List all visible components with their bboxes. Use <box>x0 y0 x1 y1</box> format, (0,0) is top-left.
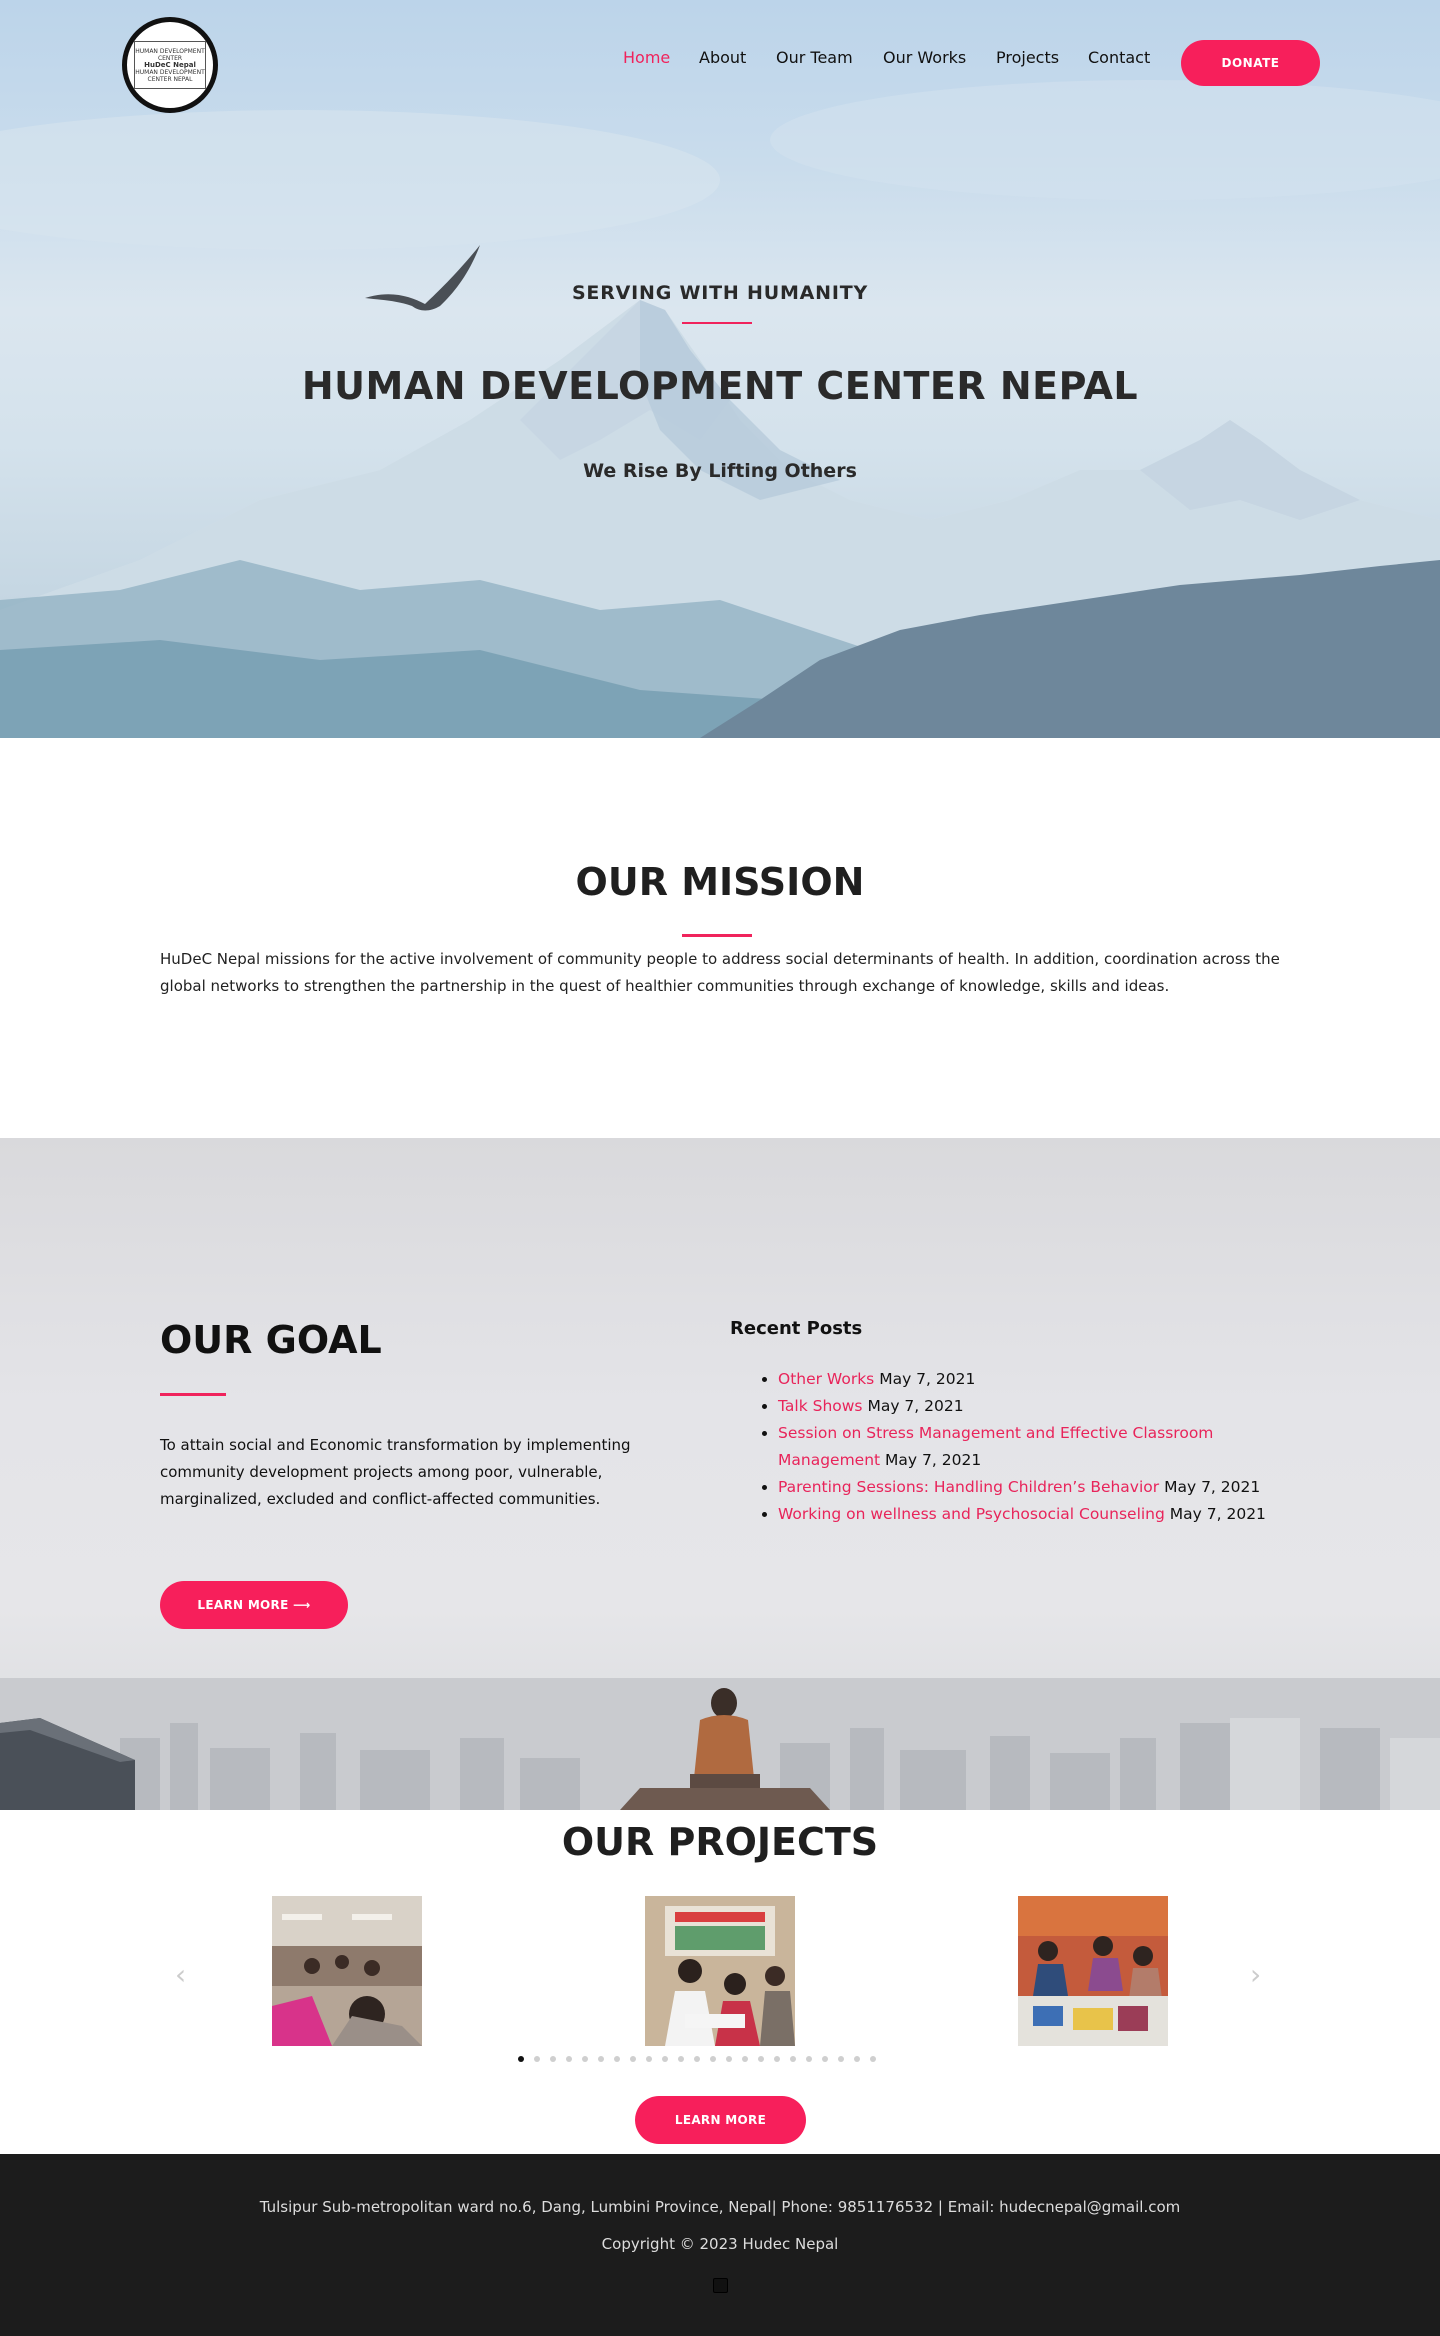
carousel-dot[interactable] <box>806 2056 812 2062</box>
carousel-dot[interactable] <box>694 2056 700 2062</box>
project-photo[interactable] <box>1018 1896 1168 2046</box>
project-photo[interactable] <box>645 1896 795 2046</box>
nav-our-team[interactable]: Our Team <box>776 48 853 67</box>
carousel-dot[interactable] <box>854 2056 860 2062</box>
list-item: Other Works May 7, 2021 <box>778 1366 1298 1393</box>
hero-section: HUMAN DEVELOPMENT CENTER HuDeC Nepal HUM… <box>0 0 1440 738</box>
post-link[interactable]: Other Works <box>778 1370 874 1388</box>
carousel-dot[interactable] <box>822 2056 828 2062</box>
goal-text: To attain social and Economic transforma… <box>160 1436 631 1508</box>
logo-emblem: HUMAN DEVELOPMENT CENTER HuDeC Nepal HUM… <box>134 41 206 89</box>
hero-eyebrow: SERVING WITH HUMANITY <box>571 282 869 304</box>
footer-contact: Tulsipur Sub-metropolitan ward no.6, Dan… <box>259 2198 1181 2216</box>
nav-projects[interactable]: Projects <box>996 48 1059 67</box>
goal-title: OUR GOAL <box>160 1318 382 1362</box>
carousel-dot[interactable] <box>550 2056 556 2062</box>
site-logo[interactable]: HUMAN DEVELOPMENT CENTER HuDeC Nepal HUM… <box>122 17 218 113</box>
logo-text-line: HuDeC Nepal <box>144 60 196 69</box>
carousel-dot[interactable] <box>614 2056 620 2062</box>
recent-posts-title: Recent Posts <box>730 1318 863 1339</box>
goal-learn-more-button[interactable]: LEARN MORE ⟶ <box>160 1581 348 1629</box>
mission-text: HuDeC Nepal missions for the active invo… <box>160 950 1280 995</box>
post-link[interactable]: Session on Stress Management and Effecti… <box>778 1424 1213 1469</box>
post-date: May 7, 2021 <box>867 1397 964 1415</box>
post-date: May 7, 2021 <box>879 1370 976 1388</box>
nav-contact[interactable]: Contact <box>1088 48 1150 67</box>
post-link[interactable]: Talk Shows <box>778 1397 863 1415</box>
logo-text-line: HUMAN DEVELOPMENT CENTER NEPAL <box>135 68 205 83</box>
mission-title: OUR MISSION <box>575 860 865 904</box>
footer-copyright: Copyright © 2023 Hudec Nepal <box>601 2235 839 2253</box>
hero-divider <box>682 322 752 324</box>
post-link[interactable]: Parenting Sessions: Handling Children’s … <box>778 1478 1159 1496</box>
facebook-icon[interactable] <box>713 2278 728 2293</box>
carousel-dot[interactable] <box>518 2056 524 2062</box>
nav-about[interactable]: About <box>699 48 746 67</box>
recent-posts-list: Other Works May 7, 2021 Talk Shows May 7… <box>778 1366 1298 1528</box>
carousel-dot[interactable] <box>838 2056 844 2062</box>
post-date: May 7, 2021 <box>1164 1478 1261 1496</box>
projects-section: OUR PROJECTS ‹ › LEARN MORE <box>0 1810 1440 2154</box>
post-date: May 7, 2021 <box>1169 1505 1266 1523</box>
carousel-dot[interactable] <box>870 2056 876 2062</box>
carousel-dots <box>518 2056 876 2062</box>
carousel-dot[interactable] <box>646 2056 652 2062</box>
carousel-prev-icon[interactable]: ‹ <box>175 1958 186 1991</box>
carousel-dot[interactable] <box>758 2056 764 2062</box>
carousel-dot[interactable] <box>774 2056 780 2062</box>
carousel-dot[interactable] <box>742 2056 748 2062</box>
carousel-dot[interactable] <box>678 2056 684 2062</box>
nav-home[interactable]: Home <box>623 48 670 67</box>
project-photo[interactable] <box>272 1896 422 2046</box>
carousel-dot[interactable] <box>710 2056 716 2062</box>
goal-divider <box>160 1393 226 1396</box>
carousel-dot[interactable] <box>566 2056 572 2062</box>
site-footer: Tulsipur Sub-metropolitan ward no.6, Dan… <box>0 2154 1440 2336</box>
mission-divider <box>682 934 752 937</box>
carousel-dot[interactable] <box>598 2056 604 2062</box>
hero-title: HUMAN DEVELOPMENT CENTER NEPAL <box>301 364 1139 408</box>
projects-title: OUR PROJECTS <box>561 1820 879 1864</box>
nav-our-works[interactable]: Our Works <box>883 48 966 67</box>
post-link[interactable]: Working on wellness and Psychosocial Cou… <box>778 1505 1165 1523</box>
carousel-dot[interactable] <box>662 2056 668 2062</box>
hero-subtitle: We Rise By Lifting Others <box>583 460 857 482</box>
post-date: May 7, 2021 <box>885 1451 982 1469</box>
list-item: Working on wellness and Psychosocial Cou… <box>778 1501 1298 1528</box>
projects-learn-more-button[interactable]: LEARN MORE <box>635 2096 806 2144</box>
donate-button[interactable]: DONATE <box>1181 40 1320 86</box>
list-item: Parenting Sessions: Handling Children’s … <box>778 1474 1298 1501</box>
logo-text-line: HUMAN DEVELOPMENT CENTER <box>135 47 205 62</box>
carousel-dot[interactable] <box>582 2056 588 2062</box>
carousel-dot[interactable] <box>534 2056 540 2062</box>
carousel-dot[interactable] <box>630 2056 636 2062</box>
goal-section: OUR GOAL To attain social and Economic t… <box>0 1138 1440 1810</box>
list-item: Talk Shows May 7, 2021 <box>778 1393 1298 1420</box>
list-item: Session on Stress Management and Effecti… <box>778 1420 1298 1474</box>
carousel-next-icon[interactable]: › <box>1250 1958 1261 1991</box>
carousel-dot[interactable] <box>726 2056 732 2062</box>
mission-section: OUR MISSION HuDeC Nepal missions for the… <box>0 738 1440 1138</box>
carousel-dot[interactable] <box>790 2056 796 2062</box>
